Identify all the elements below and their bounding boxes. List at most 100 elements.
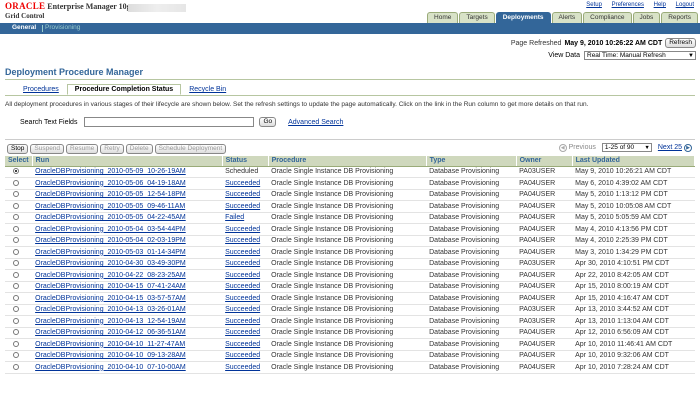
tab-reports[interactable]: Reports [661, 12, 698, 23]
status-cell[interactable]: Succeeded [222, 200, 269, 213]
tab-jobs[interactable]: Jobs [632, 12, 661, 23]
global-link-preferences[interactable]: Preferences [612, 2, 644, 8]
row-radio-button[interactable] [13, 202, 19, 209]
run-link[interactable]: OracleDBProvisioning_2010-04-22_08-23-25… [32, 269, 223, 282]
row-radio-button[interactable] [13, 329, 19, 336]
status-cell[interactable]: Succeeded [222, 281, 269, 293]
subtab-procedure-completion-status[interactable]: Procedure Completion Status [66, 84, 182, 95]
run-link[interactable]: OracleDBProvisioning_2010-04-15_03-57-57… [32, 292, 223, 305]
column-header-run[interactable]: Run [32, 156, 223, 167]
global-link-help[interactable]: Help [654, 2, 666, 8]
table-row[interactable]: OracleDBProvisioning_2010-04-13_12-54-19… [5, 315, 695, 328]
previous-link[interactable]: Previous [569, 144, 596, 151]
table-row[interactable]: OracleDBProvisioning_2010-05-04_03-54-44… [5, 223, 695, 236]
table-row[interactable]: OracleDBProvisioning_2010-05-03_01-14-34… [5, 246, 695, 259]
run-link[interactable]: OracleDBProvisioning_2010-05-05_09-46-11… [32, 200, 223, 213]
run-link[interactable]: OracleDBProvisioning_2010-04-30_03-49-30… [32, 258, 223, 270]
range-select[interactable]: 1-25 of 90 ▼ [601, 143, 652, 152]
tab-targets[interactable]: Targets [459, 12, 495, 23]
go-button[interactable]: Go [259, 117, 277, 127]
run-link[interactable]: OracleDBProvisioning_2010-05-05_04-22-45… [32, 212, 223, 224]
status-cell[interactable]: Succeeded [222, 235, 269, 247]
status-cell[interactable]: Succeeded [222, 258, 269, 270]
stop-button[interactable]: Stop [7, 144, 29, 154]
run-link[interactable]: OracleDBProvisioning_2010-04-10_09-13-28… [32, 350, 223, 362]
column-header-owner[interactable]: Owner [516, 156, 573, 167]
next-arrow-icon[interactable]: ▶ [684, 143, 692, 152]
tab-compliance[interactable]: Compliance [583, 12, 632, 23]
status-cell[interactable]: Succeeded [222, 246, 269, 259]
schedule-deployment-button[interactable]: Schedule Deployment [154, 144, 227, 154]
run-link[interactable]: OracleDBProvisioning_2010-04-12_06-36-51… [32, 327, 223, 339]
status-cell[interactable]: Succeeded [222, 327, 269, 339]
row-radio-button[interactable] [13, 306, 19, 313]
run-link[interactable]: OracleDBProvisioning_2010-05-04_02-03-19… [32, 235, 223, 247]
status-cell[interactable]: Succeeded [222, 350, 269, 362]
table-row[interactable]: OracleDBProvisioning_2010-05-04_02-03-19… [5, 235, 695, 247]
subnav-general[interactable]: General [10, 24, 38, 31]
row-radio-button[interactable] [13, 248, 19, 255]
table-row[interactable]: OracleDBProvisioning_2010-04-22_08-23-25… [5, 269, 695, 282]
table-row[interactable]: OracleDBProvisioning_2010-04-10_09-13-28… [5, 350, 695, 362]
table-row[interactable]: OracleDBProvisioning_2010-04-10_11-27-47… [5, 338, 695, 351]
table-row[interactable]: OracleDBProvisioning_2010-04-30_03-49-30… [5, 258, 695, 270]
resume-button[interactable]: Resume [66, 144, 99, 154]
tab-deployments[interactable]: Deployments [495, 12, 551, 23]
status-cell[interactable]: Succeeded [222, 189, 269, 201]
delete-button[interactable]: Delete [125, 144, 153, 154]
row-radio-button[interactable] [13, 283, 19, 290]
row-radio-button[interactable] [13, 271, 19, 278]
run-link[interactable]: OracleDBProvisioning_2010-05-06_04-19-18… [32, 177, 223, 190]
subtab-recycle-bin[interactable]: Recycle Bin [181, 84, 234, 95]
row-radio-button[interactable] [13, 352, 19, 359]
status-cell[interactable]: Succeeded [222, 338, 269, 351]
status-cell[interactable]: Succeeded [222, 223, 269, 236]
tab-home[interactable]: Home [427, 12, 459, 23]
row-radio-button[interactable] [13, 260, 19, 267]
run-link[interactable]: OracleDBProvisioning_2010-04-13_03-26-01… [32, 304, 223, 316]
global-link-setup[interactable]: Setup [586, 2, 602, 8]
row-radio-button[interactable] [13, 317, 19, 324]
table-row[interactable]: OracleDBProvisioning_2010-05-05_09-46-11… [5, 200, 695, 213]
run-link[interactable]: OracleDBProvisioning_2010-05-03_01-14-34… [32, 246, 223, 259]
search-input[interactable] [84, 117, 255, 127]
status-cell[interactable]: Succeeded [222, 292, 269, 305]
row-radio-button[interactable] [13, 179, 19, 186]
table-row[interactable]: OracleDBProvisioning_2010-05-09_10-26-19… [5, 166, 695, 178]
row-radio-button[interactable] [13, 214, 19, 221]
status-cell[interactable]: Succeeded [222, 269, 269, 282]
status-cell[interactable]: Failed [222, 212, 269, 224]
table-row[interactable]: OracleDBProvisioning_2010-04-15_07-41-24… [5, 281, 695, 293]
view-data-select[interactable]: Real Time: Manual Refresh ▼ [584, 51, 696, 60]
retry-button[interactable]: Retry [100, 144, 124, 154]
column-header-status[interactable]: Status [222, 156, 269, 167]
run-link[interactable]: OracleDBProvisioning_2010-04-15_07-41-24… [32, 281, 223, 293]
row-radio-button[interactable] [13, 237, 19, 244]
table-row[interactable]: OracleDBProvisioning_2010-04-10_07-10-00… [5, 361, 695, 374]
table-row[interactable]: OracleDBProvisioning_2010-04-15_03-57-57… [5, 292, 695, 305]
table-row[interactable]: OracleDBProvisioning_2010-05-05_12-54-18… [5, 189, 695, 201]
run-link[interactable]: OracleDBProvisioning_2010-04-10_07-10-00… [32, 361, 223, 374]
run-link[interactable]: OracleDBProvisioning_2010-04-13_12-54-19… [32, 315, 223, 328]
table-row[interactable]: OracleDBProvisioning_2010-04-13_03-26-01… [5, 304, 695, 316]
row-radio-button[interactable] [13, 168, 19, 175]
previous-arrow-icon[interactable]: ◀ [558, 143, 567, 152]
column-header-type[interactable]: Type [426, 156, 517, 167]
next-link[interactable]: Next 25 [658, 144, 682, 151]
status-cell[interactable]: Succeeded [222, 315, 269, 328]
column-header-procedure[interactable]: Procedure [268, 156, 427, 167]
advanced-search-link[interactable]: Advanced Search [288, 119, 343, 126]
table-row[interactable]: OracleDBProvisioning_2010-05-05_04-22-45… [5, 212, 695, 224]
run-link[interactable]: OracleDBProvisioning_2010-05-09_10-26-19… [32, 166, 223, 178]
table-row[interactable]: OracleDBProvisioning_2010-04-12_06-36-51… [5, 327, 695, 339]
global-link-logout[interactable]: Logout [676, 2, 694, 8]
subnav-provisioning[interactable]: Provisioning [45, 24, 80, 31]
suspend-button[interactable]: Suspend [30, 144, 65, 154]
run-link[interactable]: OracleDBProvisioning_2010-04-10_11-27-47… [32, 338, 223, 351]
refresh-button[interactable]: Refresh [665, 38, 696, 48]
run-link[interactable]: OracleDBProvisioning_2010-05-04_03-54-44… [32, 223, 223, 236]
run-link[interactable]: OracleDBProvisioning_2010-05-05_12-54-18… [32, 189, 223, 201]
row-radio-button[interactable] [13, 340, 19, 347]
tab-alerts[interactable]: Alerts [551, 12, 583, 23]
status-cell[interactable]: Succeeded [222, 361, 269, 374]
